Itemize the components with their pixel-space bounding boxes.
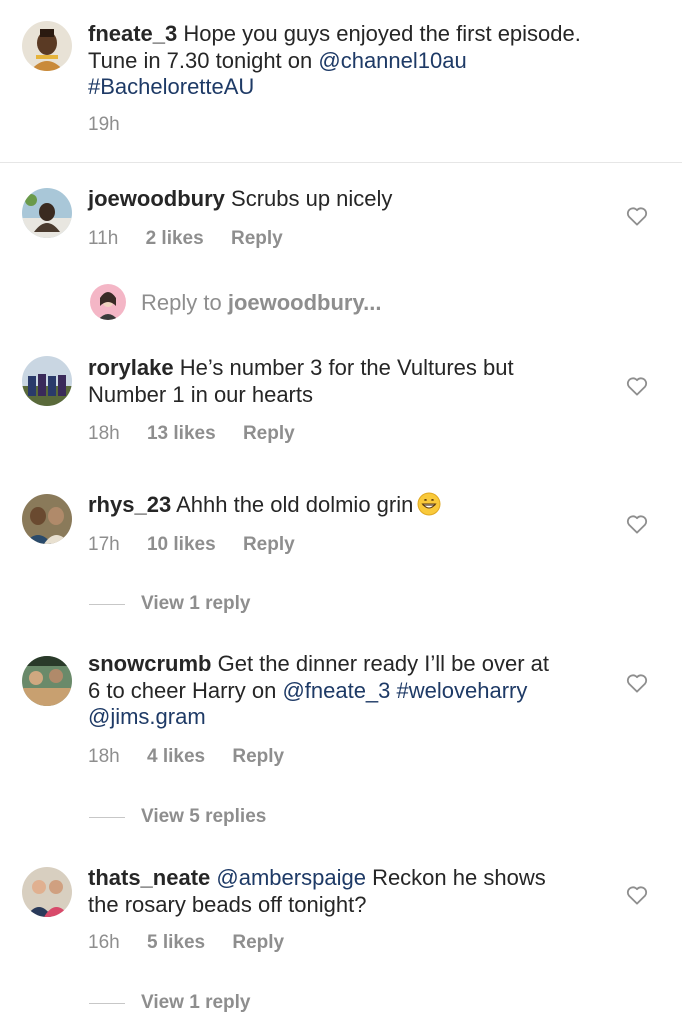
- view-replies-button[interactable]: View 1 reply: [89, 593, 251, 615]
- caption-timestamp: 19h: [88, 114, 120, 136]
- caption-text: fneate_3 Hope you guys enjoyed the first…: [88, 21, 648, 101]
- reply-input[interactable]: Reply to joewoodbury...: [141, 290, 381, 316]
- replies-divider: [89, 604, 125, 605]
- likes-count[interactable]: 5 likes: [147, 932, 205, 953]
- comment-text: thats_neate @amberspaige Reckon he shows…: [88, 865, 546, 918]
- comment-body: Reckon he shows: [372, 865, 546, 890]
- comment-username[interactable]: snowcrumb: [88, 651, 211, 676]
- comment-meta: 16h 5 likes Reply: [88, 932, 284, 954]
- caption-username[interactable]: fneate_3: [88, 21, 177, 46]
- comment-meta: 18h 4 likes Reply: [88, 746, 284, 768]
- replies-divider: [89, 817, 125, 818]
- avatar[interactable]: [22, 656, 72, 706]
- like-heart-icon[interactable]: [626, 673, 648, 693]
- view-replies-label: View 1 reply: [141, 992, 251, 1013]
- avatar[interactable]: [22, 867, 72, 917]
- grinning-face-icon: [417, 492, 441, 516]
- timestamp: 11h: [88, 228, 119, 249]
- reply-button[interactable]: Reply: [232, 932, 284, 953]
- likes-count[interactable]: 2 likes: [146, 228, 204, 249]
- timestamp: 16h: [88, 932, 120, 953]
- mention-link[interactable]: @amberspaige: [216, 865, 366, 890]
- comment-text: rorylake He’s number 3 for the Vultures …: [88, 355, 514, 408]
- comment-username[interactable]: thats_neate: [88, 865, 210, 890]
- comment-username[interactable]: rhys_23: [88, 492, 171, 517]
- comment-body-2: Number 1 in our hearts: [88, 381, 313, 407]
- comment-body: He’s number 3 for the Vultures but: [179, 355, 514, 380]
- like-heart-icon[interactable]: [626, 885, 648, 905]
- view-replies-label: View 5 replies: [141, 806, 267, 827]
- comment-meta: 17h 10 likes Reply: [88, 534, 295, 556]
- comment-text: rhys_23 Ahhh the old dolmio grin: [88, 492, 441, 519]
- timestamp: 19h: [88, 114, 120, 135]
- comment-meta: 18h 13 likes Reply: [88, 423, 295, 445]
- likes-count[interactable]: 10 likes: [147, 534, 216, 555]
- timestamp: 17h: [88, 534, 120, 555]
- view-replies-label: View 1 reply: [141, 593, 251, 614]
- hashtag-link[interactable]: #weloveharry: [397, 678, 528, 703]
- caption-body: Hope you guys enjoyed the first episode.: [183, 21, 581, 46]
- timestamp: 18h: [88, 423, 120, 444]
- like-heart-icon[interactable]: [626, 376, 648, 396]
- like-heart-icon[interactable]: [626, 206, 648, 226]
- caption-body-2: Tune in 7.30 tonight on: [88, 47, 313, 73]
- avatar[interactable]: [22, 188, 72, 238]
- timestamp: 18h: [88, 746, 120, 767]
- replies-divider: [89, 1003, 125, 1004]
- avatar[interactable]: [22, 494, 72, 544]
- avatar[interactable]: [22, 21, 72, 71]
- like-heart-icon[interactable]: [626, 514, 648, 534]
- post-caption: fneate_3 Hope you guys enjoyed the first…: [0, 0, 682, 163]
- comment-username[interactable]: rorylake: [88, 355, 174, 380]
- reply-button[interactable]: Reply: [231, 228, 283, 249]
- avatar[interactable]: [22, 356, 72, 406]
- mention-link[interactable]: @channel10au: [318, 48, 466, 73]
- reply-button[interactable]: Reply: [232, 746, 284, 767]
- comment-body: Ahhh the old dolmio grin: [176, 492, 414, 517]
- comment-body-2: 6 to cheer Harry on: [88, 677, 277, 703]
- comment-text: snowcrumb Get the dinner ready I’ll be o…: [88, 651, 549, 731]
- mention-link[interactable]: @fneate_3: [282, 678, 390, 703]
- reply-target: joewoodbury...: [227, 290, 382, 315]
- comment-text: joewoodbury Scrubs up nicely: [88, 186, 392, 213]
- comment-body: Scrubs up nicely: [231, 186, 393, 211]
- avatar: [90, 284, 126, 320]
- view-replies-button[interactable]: View 5 replies: [89, 806, 267, 828]
- comment-body: Get the dinner ready I’ll be over at: [217, 651, 550, 676]
- comment-username[interactable]: joewoodbury: [88, 186, 225, 211]
- reply-button[interactable]: Reply: [243, 534, 295, 555]
- hashtag-link[interactable]: #BacheloretteAU: [88, 74, 254, 99]
- reply-prefix: Reply to: [141, 290, 222, 315]
- mention-link[interactable]: @jims.gram: [88, 704, 206, 729]
- view-replies-button[interactable]: View 1 reply: [89, 992, 251, 1014]
- comment-meta: 11h 2 likes Reply: [88, 228, 283, 250]
- reply-button[interactable]: Reply: [243, 423, 295, 444]
- likes-count[interactable]: 4 likes: [147, 746, 205, 767]
- comment-body-2: the rosary beads off tonight?: [88, 891, 367, 917]
- likes-count[interactable]: 13 likes: [147, 423, 216, 444]
